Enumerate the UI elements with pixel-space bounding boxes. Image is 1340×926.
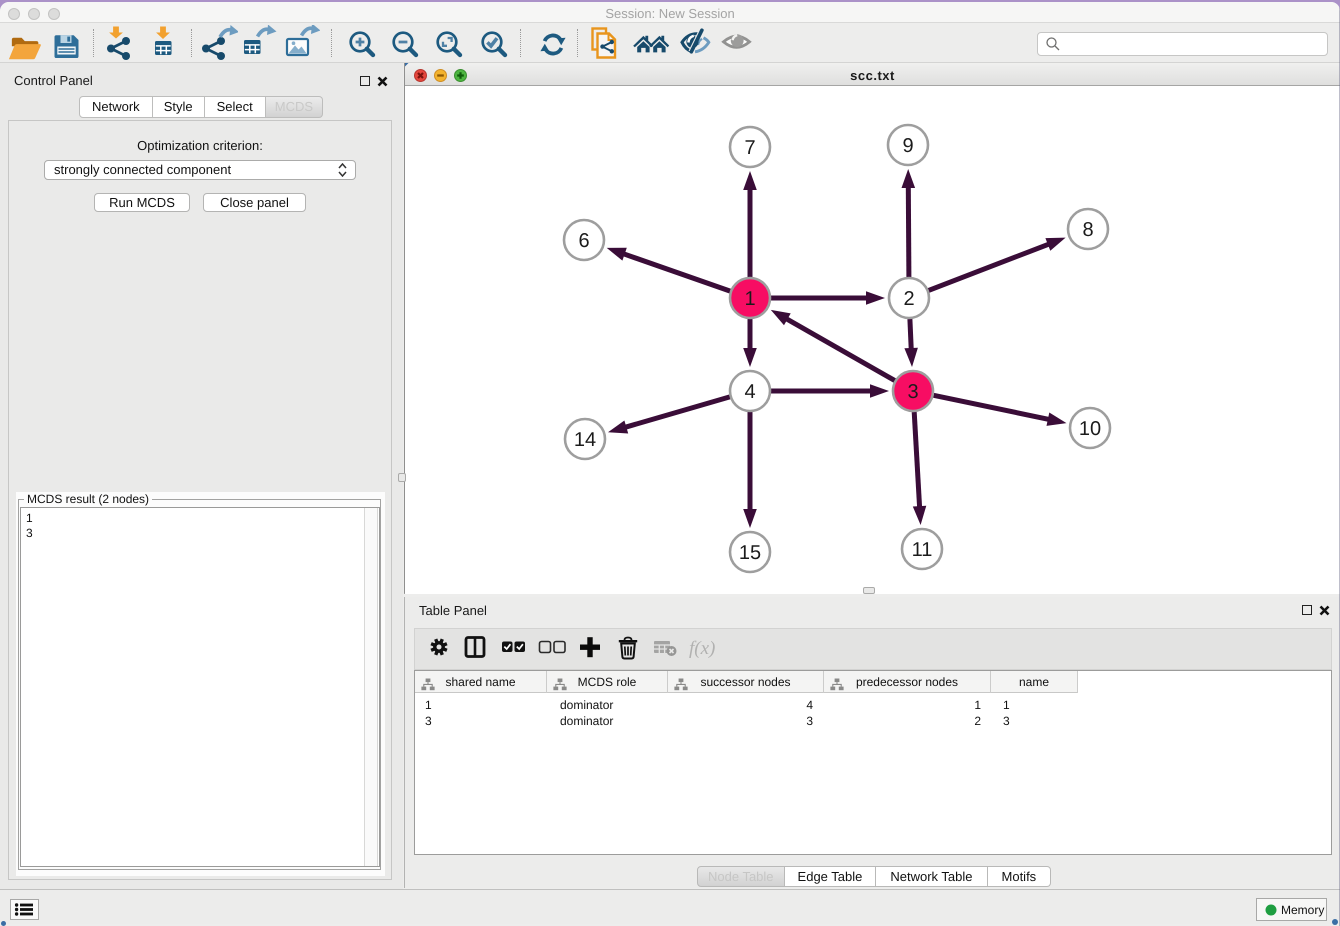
svg-text:3: 3 [907,381,918,403]
svg-text:1: 1 [744,288,755,310]
svg-text:8: 8 [1082,219,1093,241]
svg-text:7: 7 [744,137,755,159]
svg-text:15: 15 [739,542,761,564]
svg-text:6: 6 [578,230,589,252]
svg-text:10: 10 [1079,418,1101,440]
svg-text:11: 11 [912,539,933,561]
svg-text:f(x): f(x) [689,638,715,659]
svg-text:9: 9 [902,135,913,157]
svg-text:2: 2 [903,288,914,310]
svg-text:14: 14 [574,429,596,451]
svg-text:4: 4 [744,381,755,403]
